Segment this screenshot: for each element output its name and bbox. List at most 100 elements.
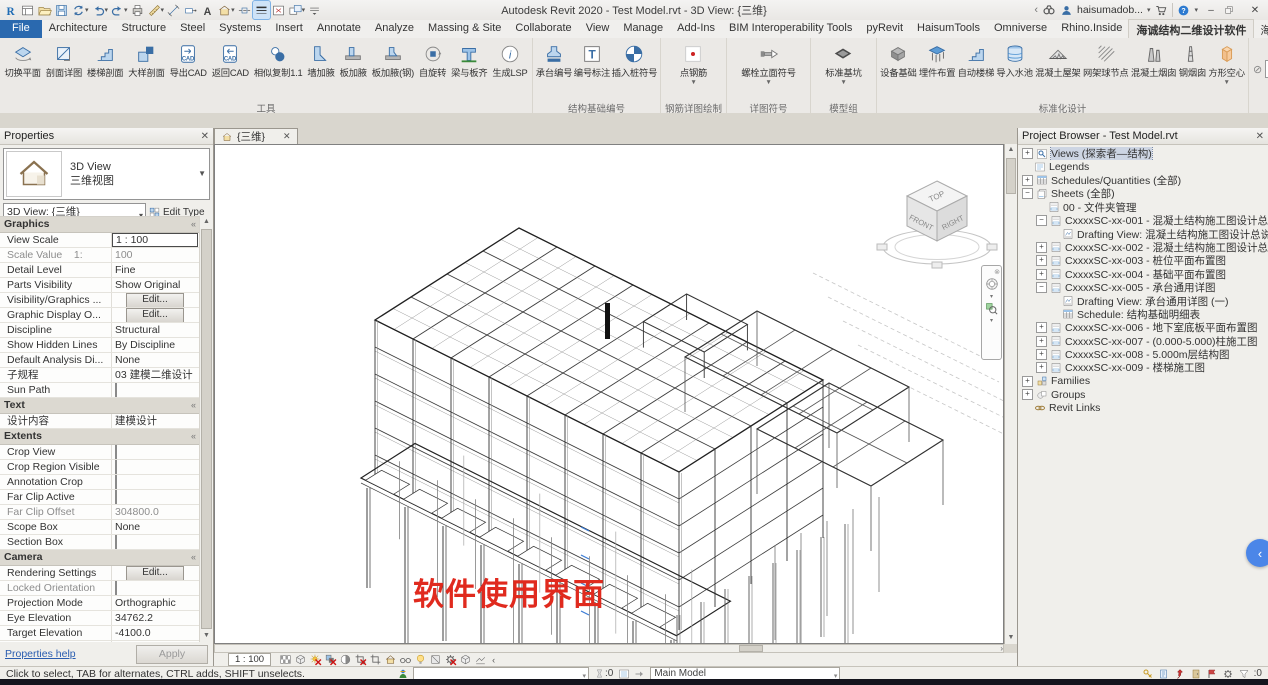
tree-item-CxxxxSC-xx-003 - 桩位平面布置图[interactable]: +CxxxxSC-xx-003 - 桩位平面布置图 [1018,254,1268,267]
shadows-off-icon[interactable] [324,654,337,666]
zoom-icon[interactable] [984,301,999,316]
ribbon-button-混凝土屋架[interactable]: 混凝土屋架 [1035,39,1081,80]
ribbon-button-网架球节点[interactable]: 网架球节点 [1083,39,1129,80]
view-tab-3d[interactable]: {三维} ✕ [214,128,298,144]
ribbon-button-编号标注[interactable]: T编号标注 [574,39,610,80]
tree-item-CxxxxSC-xx-001 - 混凝土结构施工图设计总说明 (一)[interactable]: −CxxxxSC-xx-001 - 混凝土结构施工图设计总说明 (一) [1018,214,1268,227]
settings-icon[interactable] [1222,668,1234,680]
tree-item-Legends[interactable]: Legends [1018,160,1268,173]
property-value[interactable]: Orthographic [112,596,200,610]
redo-icon[interactable]: ▾ [109,1,129,19]
apply-button[interactable]: Apply [136,645,208,664]
navbar-caret-icon[interactable]: ▾ [990,293,993,300]
ribbon-button-墙加腋[interactable]: 墙加腋 [307,39,334,80]
property-value[interactable]: Edit... [112,566,200,580]
property-section-Extents[interactable]: Extents« [0,429,200,445]
tree-item-CxxxxSC-xx-006 - 地下室底板平面布置图[interactable]: +CxxxxSC-xx-006 - 地下室底板平面布置图 [1018,321,1268,334]
navigation-bar[interactable]: ⊗ ▾ ▾ [981,265,1002,360]
tree-expander-icon[interactable]: + [1036,362,1047,373]
property-edit-button[interactable]: Edit... [126,293,184,307]
property-input[interactable]: 1 : 100 [112,233,198,247]
ribbon-button-剖面详图[interactable]: 剖面详图 [46,39,82,80]
properties-help-link[interactable]: Properties help [5,648,76,660]
property-value[interactable]: 建模设计 [112,414,200,428]
property-checkbox[interactable] [115,490,117,504]
ribbon-tab-Annotate[interactable]: Annotate [310,20,368,38]
tree-expander-icon[interactable]: + [1036,349,1047,360]
floating-collapse-button[interactable]: ‹ [1246,539,1268,567]
ribbon-button-梁与板齐[interactable]: 梁与板齐 [451,39,487,80]
thin-lines-icon[interactable] [253,1,270,19]
ribbon-tab-海诚云工场[interactable]: 海诚云工场 [1253,20,1268,38]
tree-item-CxxxxSC-xx-009 - 楼梯施工图[interactable]: +CxxxxSC-xx-009 - 楼梯施工图 [1018,361,1268,374]
property-checkbox[interactable] [115,581,117,595]
ribbon-button-板加腋(钢)[interactable]: 板加腋(钢) [372,39,414,80]
ribbon-button-插入桩符号[interactable]: 插入桩符号 [612,39,658,80]
property-value[interactable]: Show Original [112,278,200,292]
reveal-constraints-icon[interactable] [474,654,487,666]
ribbon-tab-Systems[interactable]: Systems [212,20,268,38]
tree-item-Schedules/Quantities (全部)[interactable]: +Schedules/Quantities (全部) [1018,174,1268,187]
rendering-dialog-icon[interactable] [339,654,352,666]
tree-item-Views (探索者—结构)[interactable]: +Views (探索者—结构) [1018,147,1268,160]
tree-expander-icon[interactable]: + [1036,322,1047,333]
ribbon-button-钢烟囱[interactable]: 钢烟囱 [1179,39,1206,80]
tree-item-Sheets (全部)[interactable]: −Sheets (全部) [1018,187,1268,200]
worksets-icon[interactable] [1142,668,1154,680]
navbar-close-icon[interactable]: ⊗ [994,268,1000,276]
scrollbar-thumb[interactable] [201,229,212,629]
tree-item-00 - 文件夹管理[interactable]: 00 - 文件夹管理 [1018,201,1268,214]
open-file-icon[interactable] [36,1,53,19]
switch-windows-icon[interactable]: ▾ [287,1,307,19]
ribbon-button-板加腋[interactable]: 板加腋 [340,39,367,80]
property-checkbox[interactable] [115,445,117,459]
property-value[interactable]: -4100.0 [112,626,200,640]
sync-with-central-icon[interactable]: ▾ [70,1,90,19]
hscroll-thumb[interactable] [739,645,763,652]
worksets-dialog-icon[interactable] [618,668,630,680]
ribbon-tab-Omniverse[interactable]: Omniverse [987,20,1054,38]
search-collapse-icon[interactable]: ‹ [1034,4,1038,16]
user-menu-caret-icon[interactable]: ▾ [1147,6,1151,14]
section-icon[interactable] [236,1,253,19]
property-value[interactable] [112,445,200,459]
property-value[interactable] [112,383,200,397]
background-processes-icon[interactable] [1206,668,1218,680]
pinned-elements-icon[interactable] [1174,668,1186,680]
property-checkbox[interactable] [115,460,117,474]
links-icon[interactable] [1190,668,1202,680]
ribbon-tab-View[interactable]: View [579,20,617,38]
scroll-up-icon[interactable]: ▲ [200,216,213,228]
vscroll-up-icon[interactable]: ▲ [1005,144,1017,156]
tree-item-Revit Links[interactable]: Revit Links [1018,401,1268,414]
tree-expander-icon[interactable]: − [1036,215,1047,226]
property-value[interactable]: Edit... [112,308,200,322]
customize-qat-icon[interactable] [306,1,323,19]
ribbon-tab-海诚结构二维设计软件[interactable]: 海诚结构二维设计软件 [1129,20,1253,38]
ribbon-tab-Structure[interactable]: Structure [114,20,173,38]
canvas-horizontal-scrollbar[interactable]: › [214,644,1004,653]
ribbon-tab-HaisumTools[interactable]: HaisumTools [910,20,987,38]
tree-expander-icon[interactable]: + [1022,389,1033,400]
property-value[interactable] [112,490,200,504]
save-icon[interactable] [53,1,70,19]
property-value[interactable] [112,581,200,595]
crop-region-icon[interactable] [369,654,382,666]
properties-scrollbar[interactable]: ▲ ▼ [199,216,213,642]
tree-expander-icon[interactable]: + [1036,336,1047,347]
tag-icon[interactable] [182,1,199,19]
property-section-Text[interactable]: Text« [0,398,200,414]
property-value[interactable]: Edit... [112,293,200,307]
property-value[interactable]: None [112,353,200,367]
ribbon-tab-Massing & Site[interactable]: Massing & Site [421,20,508,38]
ribbon-button-楼梯剖面[interactable]: 楼梯剖面 [87,39,123,80]
navbar-caret2-icon[interactable]: ▾ [990,317,993,324]
tree-item-CxxxxSC-xx-005 - 承台通用详图[interactable]: −CxxxxSC-xx-005 - 承台通用详图 [1018,281,1268,294]
tree-item-CxxxxSC-xx-007 - (0.000-5.000)柱施工图[interactable]: +CxxxxSC-xx-007 - (0.000-5.000)柱施工图 [1018,334,1268,347]
property-checkbox[interactable] [115,535,117,549]
tree-item-CxxxxSC-xx-004 - 基础平面布置图[interactable]: +CxxxxSC-xx-004 - 基础平面布置图 [1018,268,1268,281]
tree-item-Drafting View: 混凝土结构施工图设计总说明 (一)[interactable]: Drafting View: 混凝土结构施工图设计总说明 (一) [1018,227,1268,240]
ribbon-button-导出CAD[interactable]: CAD导出CAD [170,39,207,80]
ribbon-tab-Add-Ins[interactable]: Add-Ins [670,20,722,38]
vscroll-thumb[interactable] [1006,158,1016,194]
